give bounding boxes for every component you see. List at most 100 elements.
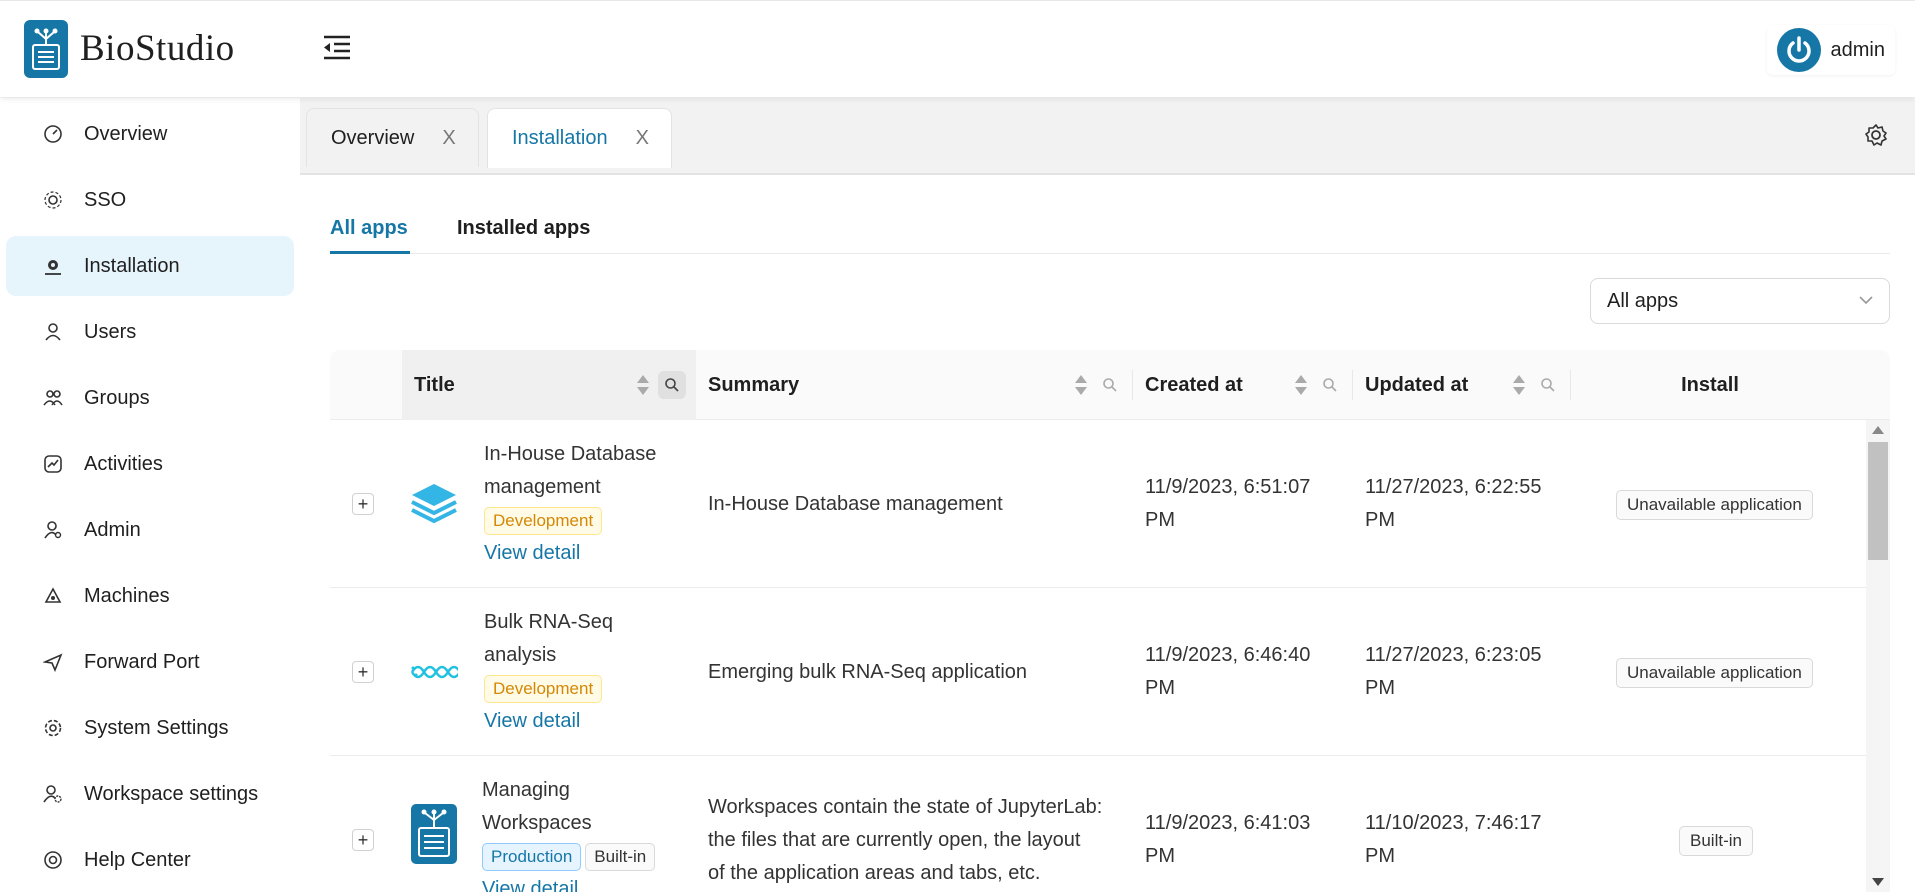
tab-all-apps[interactable]: All apps: [330, 206, 410, 254]
sidebar-item-label: Workspace settings: [84, 782, 259, 805]
created-date: 11/9/2023, 6:41:03: [1145, 812, 1311, 834]
settings-icon: [42, 717, 64, 739]
sidebar-item-label: Overview: [84, 122, 168, 145]
search-icon[interactable]: [1316, 371, 1344, 399]
updated-at-cell: 11/27/2023, 6:22:55 PM: [1365, 471, 1541, 537]
sidebar-item-label: SSO: [84, 188, 127, 211]
sidebar-item-users[interactable]: Users: [6, 302, 294, 362]
created-date: 11/9/2023, 6:51:07: [1145, 476, 1311, 498]
view-detail-link[interactable]: View detail: [484, 705, 694, 738]
summary-line: Workspaces contain the state of JupyterL…: [708, 796, 1103, 818]
admin-icon: [42, 519, 64, 541]
install-button[interactable]: Unavailable application: [1616, 490, 1813, 520]
sidebar-item-help-center[interactable]: Help Center: [6, 830, 294, 890]
biostudio-logo-icon[interactable]: [24, 20, 68, 78]
tab-label: Installation: [512, 127, 608, 149]
updated-ampm: PM: [1365, 845, 1395, 867]
summary-cell: In-House Database management: [708, 493, 1003, 515]
summary-line: of the application areas and tabs, etc.: [708, 862, 1041, 884]
close-icon[interactable]: X: [442, 127, 455, 150]
biostudio-logo-icon: [410, 804, 458, 864]
app-title-cell: In-House Database management Development…: [484, 438, 694, 570]
gear-icon[interactable]: [1863, 122, 1889, 148]
sort-icon[interactable]: [1512, 373, 1526, 397]
sort-icon[interactable]: [1294, 373, 1308, 397]
sidebar-item-forward-port[interactable]: Forward Port: [6, 632, 294, 692]
column-summary-label: Summary: [708, 373, 800, 396]
app-title-cell: Bulk RNA-Seq analysis Development View d…: [484, 606, 694, 738]
user-menu[interactable]: admin: [1767, 25, 1895, 75]
sidebar-item-machines[interactable]: Machines: [6, 566, 294, 626]
sidebar-item-label: Activities: [84, 452, 163, 475]
status-badge: Development: [484, 507, 603, 535]
search-icon[interactable]: [1096, 371, 1124, 399]
sso-icon: [42, 189, 64, 211]
created-at-cell: 11/9/2023, 6:41:03 PM: [1145, 807, 1310, 873]
sort-icon[interactable]: [1074, 373, 1088, 397]
scroll-thumb[interactable]: [1868, 442, 1888, 560]
tab-installation[interactable]: Installation X: [487, 108, 672, 168]
dna-helix-icon: [410, 648, 458, 696]
user-icon: [42, 321, 64, 343]
app-title: Workspaces: [482, 812, 592, 834]
updated-at-cell: 11/27/2023, 6:23:05 PM: [1365, 639, 1541, 705]
sidebar-item-sso[interactable]: SSO: [6, 170, 294, 230]
expand-row-button[interactable]: +: [352, 493, 374, 515]
created-at-cell: 11/9/2023, 6:51:07 PM: [1145, 471, 1310, 537]
created-ampm: PM: [1145, 677, 1175, 699]
power-avatar-icon: [1776, 28, 1821, 72]
expand-row-button[interactable]: +: [352, 661, 374, 683]
updated-ampm: PM: [1365, 509, 1395, 531]
created-at-cell: 11/9/2023, 6:46:40 PM: [1145, 639, 1310, 705]
install-button[interactable]: Built-in: [1679, 826, 1753, 856]
table-header: Title Summary Created at Updated at Inst…: [330, 350, 1890, 420]
menu-collapse-icon[interactable]: [322, 32, 352, 62]
sidebar: Overview SSO Installation Users Groups A…: [0, 98, 300, 892]
groups-icon: [42, 387, 64, 409]
sidebar-item-installation[interactable]: Installation: [6, 236, 294, 296]
tab-overview[interactable]: Overview X: [306, 108, 479, 167]
close-icon[interactable]: X: [636, 127, 649, 150]
created-ampm: PM: [1145, 509, 1175, 531]
apps-filter-select[interactable]: All apps: [1590, 278, 1890, 324]
search-icon[interactable]: [658, 371, 686, 399]
updated-date: 11/10/2023, 7:46:17: [1365, 812, 1542, 834]
sidebar-item-overview[interactable]: Overview: [6, 104, 294, 164]
column-created-at[interactable]: Created at: [1145, 350, 1345, 420]
sort-icon[interactable]: [636, 373, 650, 397]
sidebar-item-label: Admin: [84, 518, 141, 541]
column-created-label: Created at: [1145, 373, 1243, 396]
view-detail-link[interactable]: View detail: [482, 873, 712, 892]
sidebar-item-system-settings[interactable]: System Settings: [6, 698, 294, 758]
sidebar-item-label: Users: [84, 320, 137, 343]
tab-installed-apps[interactable]: Installed apps: [457, 206, 590, 254]
column-summary[interactable]: Summary: [708, 350, 1108, 420]
scroll-down-icon[interactable]: [1872, 878, 1884, 886]
column-title[interactable]: Title: [402, 350, 696, 420]
view-detail-link[interactable]: View detail: [484, 537, 694, 570]
chevron-down-icon: [1857, 291, 1875, 315]
status-badge: Development: [484, 675, 603, 703]
help-icon: [42, 849, 64, 871]
column-divider: [1132, 370, 1133, 400]
column-install-label: Install: [1681, 373, 1739, 396]
sidebar-item-label: Groups: [84, 386, 150, 409]
activity-icon: [42, 453, 64, 475]
table-scrollbar[interactable]: [1866, 420, 1890, 892]
app-title-cell: Managing Workspaces Production Built-in V…: [482, 774, 712, 892]
sidebar-item-activities[interactable]: Activities: [6, 434, 294, 494]
brand-name: BioStudio: [80, 28, 235, 69]
install-button[interactable]: Unavailable application: [1616, 658, 1813, 688]
updated-at-cell: 11/10/2023, 7:46:17 PM: [1365, 807, 1541, 873]
status-badge: Built-in: [585, 843, 656, 871]
send-icon: [42, 651, 64, 673]
expand-row-button[interactable]: +: [352, 829, 374, 851]
search-icon[interactable]: [1534, 371, 1562, 399]
sidebar-item-groups[interactable]: Groups: [6, 368, 294, 428]
column-divider: [1352, 370, 1353, 400]
table-row: + In-House Database management Developme…: [330, 420, 1866, 588]
sidebar-item-admin[interactable]: Admin: [6, 500, 294, 560]
sidebar-item-label: Installation: [84, 254, 180, 277]
scroll-up-icon[interactable]: [1872, 426, 1884, 434]
sidebar-item-workspace-settings[interactable]: Workspace settings: [6, 764, 294, 824]
